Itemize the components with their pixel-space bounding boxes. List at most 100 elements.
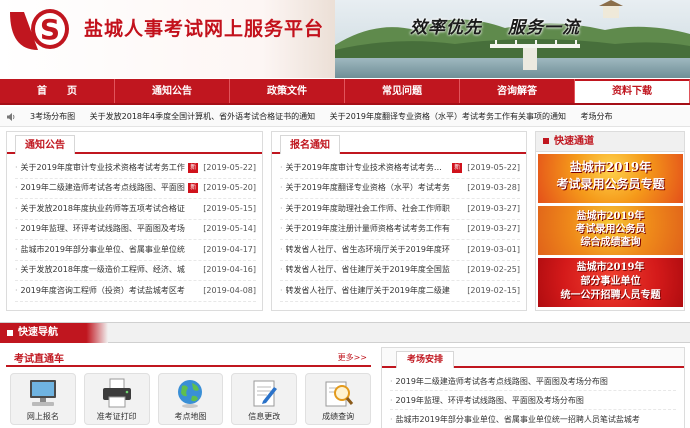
list-item[interactable]: · 2019年度咨询工程师（投资）考试盐城考区考 [2019-04-08] (15, 281, 256, 302)
fast-nav-title: 快速导航 (18, 327, 58, 338)
bullet-icon: · (15, 224, 18, 233)
list-item[interactable]: · 2019年二级建造师考试各考点线路图、平面图及考场分布图 (390, 372, 676, 391)
list-item-text: 盐城市2019年部分事业单位、省属事业单位统一招聘人员笔试盐城考 (395, 415, 640, 424)
slogan-service: 服务一流 (508, 18, 580, 38)
new-badge: 新 (188, 183, 199, 194)
bullet-icon: · (390, 377, 393, 386)
list-item-title: 盐城市2019年部分事业单位、省属事业单位统 (20, 244, 185, 254)
list-item[interactable]: · 关于2019年度审计专业技术资格考试考务工作新 [2019-05-22] (15, 158, 256, 179)
registration-tab[interactable]: 报名通知 (280, 135, 340, 154)
notices-header: 通知公告 (7, 132, 262, 154)
quick-access-panel: 快速通道 盐城市2019年 考试录用公务员专题 盐城市2019年 考试录用公务员… (535, 131, 685, 311)
svg-text:S: S (40, 13, 60, 46)
bullet-icon: · (280, 162, 283, 172)
list-item[interactable]: · 转发省人社厅、省住建厅关于2019年度二级建 [2019-02-15] (280, 281, 520, 302)
bullet-icon: · (280, 265, 283, 274)
bullet-icon: · (280, 224, 283, 233)
banner-line: 盐城市2019年 (569, 160, 652, 174)
exam-arrangement-panel: 考场安排 · 2019年二级建造师考试各考点线路图、平面图及考场分布图 · 2019… (381, 347, 685, 428)
list-item[interactable]: · 转发省人社厅、省住建厅关于2019年度全国监 [2019-02-25] (280, 261, 520, 281)
nav-home[interactable]: 首 页 (0, 79, 115, 103)
ticker-link[interactable]: 考场分布 (581, 112, 613, 121)
site-header: S 盐城人事考试网上服务平台 效率优先 服务一流 (0, 0, 690, 78)
banner-line: 统一公开招聘人员专题 (560, 290, 661, 301)
bullet-icon: · (280, 203, 283, 213)
icon-label: 信息更改 (248, 412, 281, 421)
list-item-title: 关于2019年度审计专业技术资格考试考务工作 (285, 162, 450, 172)
ticker-link[interactable]: 3考场分布图 (30, 112, 75, 121)
exam-site-map-button[interactable]: 考点地图 (157, 373, 224, 425)
site-logo-icon: S (10, 9, 69, 50)
banner-civil-servant-topic[interactable]: 盐城市2019年 考试录用公务员专题 (538, 154, 683, 203)
list-item[interactable]: · 关于2019年度注册计量师资格考试考务工作有 [2019-03-27] (280, 220, 520, 240)
exam-arrangement-tab[interactable]: 考场安排 (396, 351, 455, 368)
list-item-title: 关于发放2018年度一级造价工程师、经济、城 (20, 265, 185, 274)
list-item[interactable]: · 关于2019年度翻译专业资格（水平）考试考务 [2019-03-28] (280, 179, 520, 199)
bullet-icon: · (15, 183, 18, 192)
quick-access-title: 快速通道 (554, 136, 594, 147)
score-query-button[interactable]: 成绩查询 (305, 373, 371, 425)
ticker-link[interactable]: 关于发放2018年4季度全国计算机、省外语考试合格证书的通知 (90, 112, 315, 121)
list-item-date: [2019-04-17] (203, 244, 256, 254)
registration-list: · 关于2019年度审计专业技术资格考试考务工作新 [2019-05-22] · 关于2… (272, 154, 526, 302)
ticker-text: 3考场分布图 关于发放2018年4季度全国计算机、省外语考试合格证书的通知 关于… (30, 107, 625, 126)
new-badge: 新 (452, 162, 463, 173)
list-item[interactable]: · 2019年监理、环评考试线路图、平面图及考场分布图 (390, 391, 676, 410)
list-item-title: 2019年监理、环评考试线路图、平面图及考场 (20, 224, 185, 233)
list-item[interactable]: · 关于2019年度审计专业技术资格考试考务工作新 [2019-05-22] (280, 158, 520, 179)
banner-line: 考试录用公务员 (575, 224, 646, 235)
main-nav: 首 页 通知公告 政策文件 常见问题 咨询解答 资料下载 (0, 79, 690, 105)
more-link[interactable]: 更多>> (338, 352, 367, 363)
banner-line: 部分事业单位 (580, 276, 641, 287)
list-item-text: 2019年二级建造师考试各考点线路图、平面图及考场分布图 (395, 377, 608, 386)
news-ticker: 3考场分布图 关于发放2018年4季度全国计算机、省外语考试合格证书的通知 关于… (0, 107, 690, 127)
list-item[interactable]: · 转发省人社厅、省生态环境厅关于2019年度环 [2019-03-01] (280, 240, 520, 261)
icon-label: 网上报名 (26, 412, 59, 421)
nav-faq[interactable]: 常见问题 (345, 79, 460, 103)
exam-direct-section: 考试直通车 更多>> 网上报名 准考证打印 考点地图 信息更改 成绩查询 (6, 347, 371, 428)
list-item[interactable]: · 2019年二级建造师考试各考点线路图、平面图新 [2019-05-20] (15, 179, 256, 199)
notices-tab[interactable]: 通知公告 (15, 135, 75, 154)
list-item-title: 2019年二级建造师考试各考点线路图、平面图 (20, 183, 185, 192)
square-bullet-icon (543, 138, 549, 144)
registration-panel: 报名通知 · 关于2019年度审计专业技术资格考试考务工作新 [2019-05-22… (271, 131, 527, 311)
online-registration-button[interactable]: 网上报名 (10, 373, 76, 425)
banner-public-institution-topic[interactable]: 盐城市2019年 部分事业单位 统一公开招聘人员专题 (538, 258, 683, 307)
list-item-date: [2019-05-20] (203, 183, 256, 192)
list-item[interactable]: · 关于发放2018年度一级造价工程师、经济、城 [2019-04-16] (15, 261, 256, 281)
list-item-title: 关于发放2018年度执业药师等五项考试合格证 (20, 203, 185, 213)
nav-policy[interactable]: 政策文件 (230, 79, 345, 103)
new-badge: 新 (188, 162, 199, 173)
icon-label: 成绩查询 (322, 412, 355, 421)
square-bullet-icon (7, 330, 13, 336)
fast-nav-tab: 快速导航 (0, 323, 108, 343)
bullet-icon: · (15, 203, 18, 213)
ticker-link[interactable]: 关于2019年度翻译专业资格（水平）考试考务工作有关事项的通知 (330, 112, 566, 121)
bullet-icon: · (15, 285, 18, 295)
icon-label: 准考证打印 (96, 412, 137, 421)
list-item[interactable]: · 关于发放2018年度执业药师等五项考试合格证 [2019-05-15] (15, 199, 256, 220)
list-item[interactable]: · 盐城市2019年部分事业单位、省属事业单位统 [2019-04-17] (15, 240, 256, 261)
header-scenery-image (335, 0, 690, 78)
list-item-date: [2019-04-16] (203, 265, 256, 274)
list-item-title: 关于2019年度审计专业技术资格考试考务工作 (20, 162, 185, 172)
fast-nav-bar: 快速导航 (0, 322, 690, 343)
slogan-efficiency: 效率优先 (410, 18, 482, 38)
info-change-button[interactable]: 信息更改 (231, 373, 298, 425)
list-item[interactable]: · 关于2019年度助理社会工作师、社会工作师职 [2019-03-27] (280, 199, 520, 220)
admission-ticket-print-button[interactable]: 准考证打印 (83, 373, 150, 425)
list-item-date: [2019-03-28] (467, 183, 520, 192)
list-item[interactable]: · 2019年监理、环评考试线路图、平面图及考场 [2019-05-14] (15, 220, 256, 240)
list-item[interactable]: · 盐城市2019年部分事业单位、省属事业单位统一招聘人员笔试盐城考 (390, 410, 676, 428)
computer-icon (29, 380, 56, 406)
exam-direct-icons: 网上报名 准考证打印 考点地图 信息更改 成绩查询 (6, 367, 371, 425)
list-item-date: [2019-05-15] (203, 203, 256, 213)
nav-notices[interactable]: 通知公告 (115, 79, 230, 103)
banner-score-query[interactable]: 盐城市2019年 考试录用公务员 综合成绩查询 (538, 206, 683, 255)
globe-icon (178, 380, 203, 408)
list-item-title: 关于2019年度翻译专业资格（水平）考试考务 (285, 183, 450, 192)
notices-panel: 通知公告 · 关于2019年度审计专业技术资格考试考务工作新 [2019-05-22… (6, 131, 263, 311)
list-item-date: [2019-05-22] (467, 162, 520, 172)
nav-downloads[interactable]: 资料下载 (575, 79, 690, 103)
nav-consult[interactable]: 咨询解答 (460, 79, 575, 103)
